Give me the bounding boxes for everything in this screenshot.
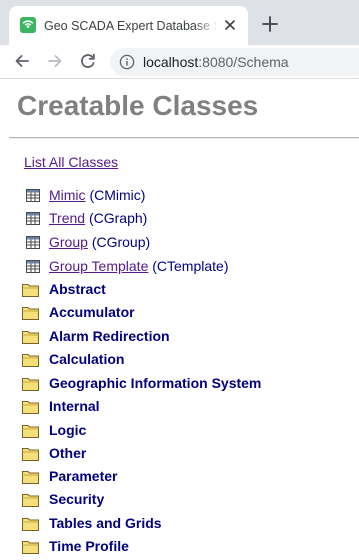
folder-icon	[22, 329, 39, 344]
list-all-classes-link[interactable]: List All Classes	[24, 154, 118, 171]
tab-title-fade	[194, 16, 218, 36]
class-entry: Group (CGroup)	[49, 234, 150, 251]
folder-icon	[22, 539, 39, 554]
url-text: localhost:8080/Schema	[143, 54, 289, 70]
table-icon	[26, 260, 40, 273]
folder-label: Other	[49, 445, 87, 461]
page-title: Creatable Classes	[17, 90, 259, 121]
folder-icon	[22, 282, 39, 297]
class-link-trend[interactable]: Trend	[49, 210, 85, 226]
browser-toolbar: localhost:8080/Schema	[0, 45, 359, 79]
folder-label: Calculation	[49, 351, 125, 367]
folder-label: Time Profile	[49, 538, 129, 554]
folder-label: Tables and Grids	[49, 515, 162, 531]
folder-label: Internal	[49, 398, 100, 414]
folder-icon	[22, 376, 39, 391]
table-icon	[26, 212, 40, 225]
class-link-group[interactable]: Group	[49, 234, 88, 250]
title-divider	[9, 137, 359, 139]
browser-tab[interactable]: Geo SCADA Expert Database Schema	[9, 6, 248, 45]
forward-arrow-icon[interactable]	[45, 51, 65, 71]
folder-label: Geographic Information System	[49, 375, 262, 391]
folder-label: Abstract	[49, 281, 106, 297]
folder-icon	[22, 492, 39, 507]
folder-icon	[22, 469, 39, 484]
class-entry: Mimic (CMimic)	[49, 187, 145, 204]
folder-icon	[22, 446, 39, 461]
back-arrow-icon[interactable]	[12, 51, 32, 71]
new-tab-plus-icon[interactable]	[260, 14, 280, 34]
class-link-group-template[interactable]: Group Template	[49, 258, 148, 274]
browser-tabstrip: Geo SCADA Expert Database Schema	[0, 0, 359, 45]
tab-title: Geo SCADA Expert Database Schema	[44, 19, 216, 33]
folder-label: Parameter	[49, 468, 118, 484]
folder-icon	[22, 516, 39, 531]
reload-icon[interactable]	[78, 51, 98, 71]
folder-icon	[22, 352, 39, 367]
class-link-mimic[interactable]: Mimic	[49, 187, 86, 203]
class-entry: Group Template (CTemplate)	[49, 258, 229, 275]
url-path: :8080/Schema	[198, 54, 289, 70]
table-icon	[26, 189, 40, 202]
class-entry: Trend (CGraph)	[49, 210, 147, 227]
geoscada-favicon-icon	[20, 17, 36, 33]
folder-label: Alarm Redirection	[49, 328, 170, 344]
class-code: (CGroup)	[91, 234, 151, 250]
site-info-icon[interactable]	[119, 54, 135, 70]
address-bar[interactable]: localhost:8080/Schema	[110, 48, 359, 76]
class-code: (CGraph)	[88, 210, 148, 226]
folder-label: Accumulator	[49, 304, 135, 320]
folder-label: Logic	[49, 422, 87, 438]
folder-icon	[22, 399, 39, 414]
class-code: (CMimic)	[89, 187, 146, 203]
class-code: (CTemplate)	[152, 258, 229, 274]
folder-label: Security	[49, 491, 105, 507]
url-host: localhost	[143, 54, 199, 70]
close-tab-icon[interactable]	[221, 16, 239, 34]
table-icon	[26, 236, 40, 249]
folder-icon	[22, 305, 39, 320]
folder-icon	[22, 423, 39, 438]
